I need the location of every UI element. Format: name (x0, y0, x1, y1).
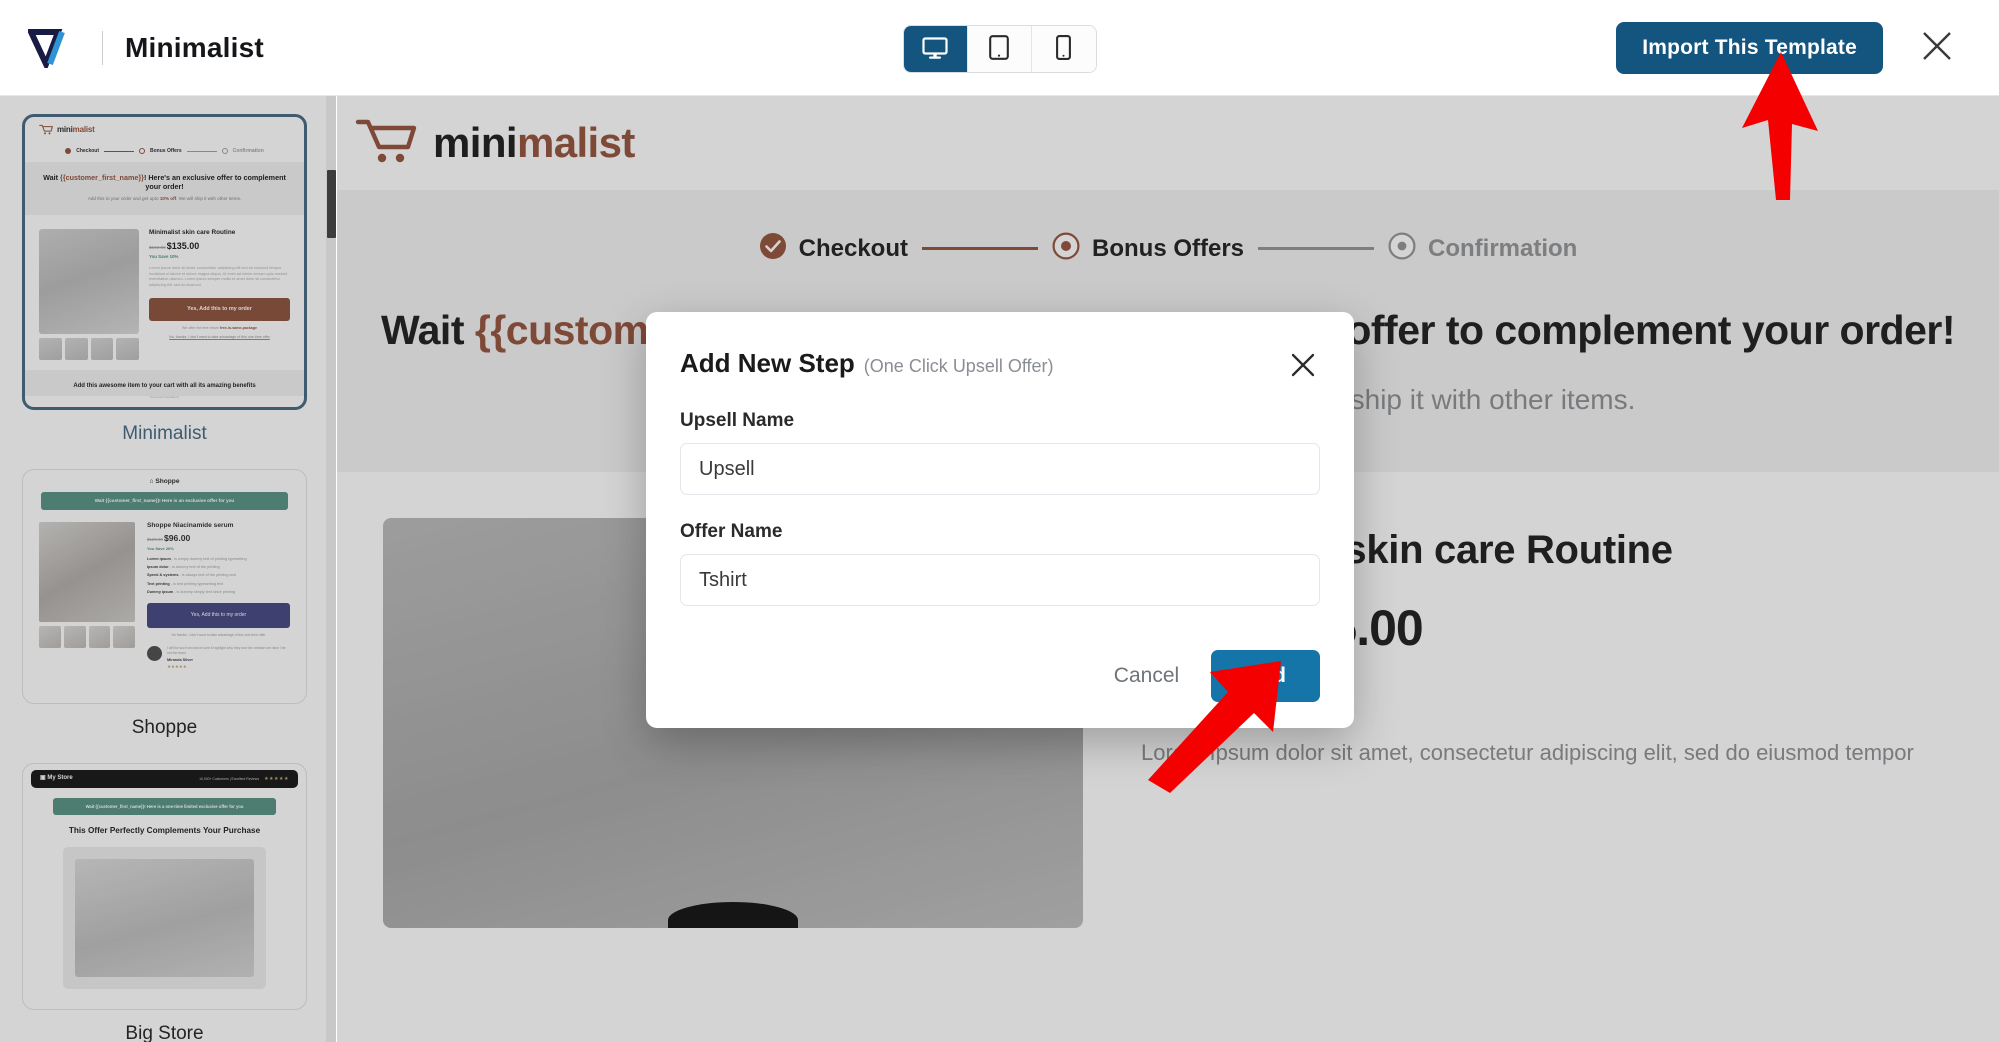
offer-name-field-group: Offer Name (680, 521, 1320, 606)
upsell-name-input[interactable] (680, 443, 1320, 495)
cancel-button[interactable]: Cancel (1092, 652, 1201, 700)
dialog-actions: Cancel Add (680, 650, 1320, 702)
offer-name-input[interactable] (680, 554, 1320, 606)
dialog-header: Add New Step (One Click Upsell Offer) (680, 348, 1320, 384)
close-icon (1289, 351, 1317, 384)
add-button[interactable]: Add (1211, 650, 1320, 702)
upsell-name-label: Upsell Name (680, 410, 795, 431)
upsell-name-field-group: Upsell Name (680, 410, 1320, 495)
dialog-subtitle: (One Click Upsell Offer) (863, 356, 1054, 376)
dialog-title: Add New Step (680, 348, 855, 378)
modal-layer: Add New Step (One Click Upsell Offer) Up… (0, 0, 1999, 1042)
dialog-close-button[interactable] (1286, 350, 1320, 384)
add-new-step-dialog: Add New Step (One Click Upsell Offer) Up… (646, 312, 1354, 728)
app-root: Minimalist Import This Template minimali… (0, 0, 1999, 1042)
offer-name-label: Offer Name (680, 521, 783, 542)
